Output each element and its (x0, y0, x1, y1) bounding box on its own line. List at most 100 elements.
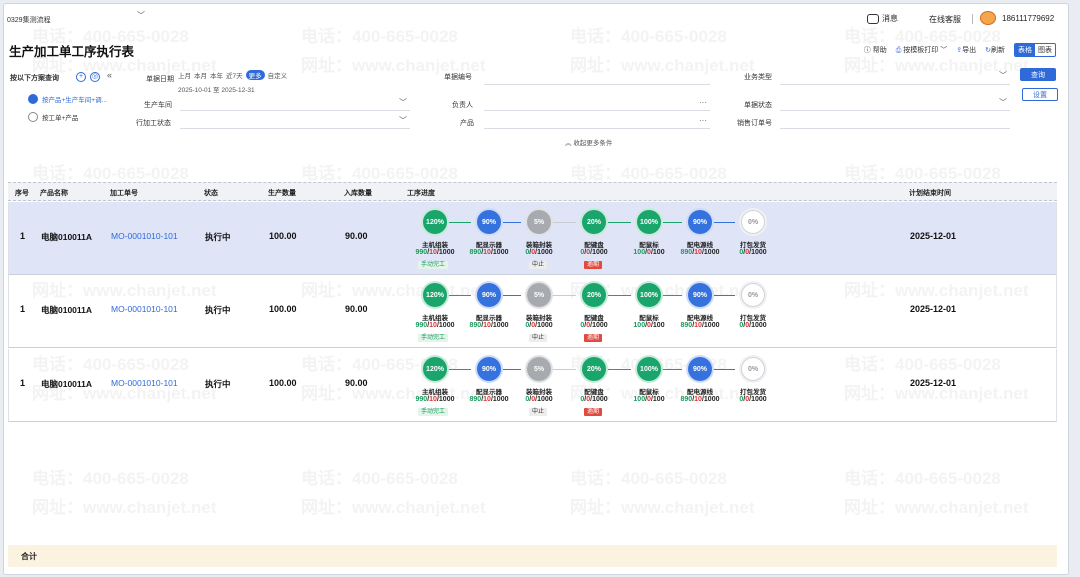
qty-bad: 10 (483, 396, 491, 403)
step-progress-node[interactable]: 5% (527, 357, 551, 381)
divider (972, 14, 973, 24)
product-input[interactable] (484, 128, 710, 129)
doc-status-label: 单据状态 (744, 102, 772, 109)
biz-type-select[interactable] (780, 84, 1010, 85)
shortcut-last-month[interactable]: 上月 (178, 70, 191, 80)
step-progress-node[interactable]: 90% (477, 210, 501, 234)
step-progress-node[interactable]: 90% (688, 210, 712, 234)
chevron-down-icon[interactable]: ﹀ (999, 97, 1007, 108)
step-progress-node[interactable]: 100% (637, 357, 661, 381)
step-progress-node[interactable]: 100% (637, 283, 661, 307)
step-progress-node[interactable]: 5% (527, 283, 551, 307)
query-scheme-item-1[interactable]: 按产品+生产车间+调... (28, 94, 107, 104)
watermark-phone: 电话：400-665-0028 (301, 469, 458, 488)
cell-order-no[interactable]: MO-0001010-101 (111, 304, 178, 314)
table-row[interactable]: 1 电脑010011A MO-0001010-101 执行中 100.00 90.00 20… (8, 202, 1057, 275)
step-progress-node[interactable]: 5% (527, 210, 551, 234)
step-progress-node[interactable]: 120% (423, 210, 447, 234)
shortcut-custom[interactable]: 自定义 (268, 70, 288, 80)
step-progress-node[interactable]: 90% (477, 357, 501, 381)
qty-total: 1000 (592, 322, 608, 329)
cell-order-no[interactable]: MO-0001010-101 (111, 378, 178, 388)
qty-total: 1000 (751, 322, 767, 329)
qty-bad: 10 (483, 249, 491, 256)
step-name: 配键盘 (584, 242, 604, 249)
doc-status-select[interactable] (780, 110, 1010, 111)
collapse-left-icon[interactable]: « (107, 70, 112, 80)
avatar[interactable] (980, 11, 996, 25)
owner-input[interactable] (484, 110, 710, 111)
online-service-link[interactable]: 在线客服 (929, 14, 961, 25)
cell-order-no[interactable]: MO-0001010-101 (111, 231, 178, 241)
chevron-down-icon[interactable]: ﹀ (999, 70, 1007, 81)
process-name[interactable]: 0329集测流程 (7, 15, 51, 25)
settings-button[interactable]: 设置 (1022, 88, 1058, 101)
step-progress-node[interactable]: 0% (741, 210, 765, 234)
step-status-tag: 中止 (529, 261, 548, 269)
workshop-select[interactable] (180, 110, 410, 111)
help-button[interactable]: ⓘ 帮助 (864, 45, 887, 55)
step-progress-node[interactable]: 0% (741, 357, 765, 381)
step-progress-node[interactable]: 0% (741, 283, 765, 307)
view-table-button[interactable]: 表格 (1015, 44, 1035, 56)
step-progress-node[interactable]: 20% (582, 283, 606, 307)
qty-done: 100 (633, 249, 646, 256)
doc-no-input[interactable] (484, 84, 710, 85)
step-connector (503, 369, 521, 371)
watermark-phone: 电话：400-665-0028 (844, 469, 1001, 488)
step-name: 配显示器 (476, 315, 502, 322)
export-button[interactable]: ⇪导出 (956, 45, 976, 55)
date-range-value[interactable]: 2025-10-01 至 2025-12-31 (178, 84, 255, 94)
sales-order-input[interactable] (780, 128, 1010, 129)
qty-bad: 10 (429, 322, 437, 329)
qty-bad: 10 (429, 396, 437, 403)
step-connector (553, 222, 576, 224)
add-icon[interactable]: + (76, 72, 86, 82)
query-scheme-item-2[interactable]: 按工单+产品 (28, 112, 78, 122)
chevron-down-icon[interactable]: ﹀ (399, 97, 407, 108)
message-button[interactable]: 消息 (867, 13, 898, 24)
step-progress-node[interactable]: 120% (423, 283, 447, 307)
user-phone[interactable]: 186111779692 (1002, 14, 1054, 23)
app-window: 电话：400-665-0028 网址：www.chanjet.net 电话：400-… (3, 3, 1069, 575)
watermark-site: 网址：www.chanjet.net (32, 498, 217, 517)
step-name: 配显示器 (476, 389, 502, 396)
print-button[interactable]: ⎙ 按模板打印 ﹀ (896, 45, 948, 55)
line-status-select[interactable] (180, 128, 410, 129)
settings-icon[interactable]: ◎ (90, 72, 100, 82)
header-qty: 生产数量 (268, 190, 296, 197)
step-progress-node[interactable]: 90% (688, 357, 712, 381)
step-connector (449, 222, 471, 224)
chevron-down-icon[interactable]: ﹀ (137, 10, 145, 21)
shortcut-this-year[interactable]: 本年 (210, 70, 223, 80)
chevron-down-icon[interactable]: ﹀ (940, 47, 947, 54)
table-row[interactable]: 1 电脑010011A MO-0001010-101 执行中 100.00 90.00 20… (8, 349, 1057, 422)
qty-bad: 10 (694, 322, 702, 329)
view-switch: 表格 图表 (1014, 43, 1056, 57)
chevron-down-icon[interactable]: ﹀ (399, 115, 407, 126)
shortcut-last-7-days[interactable]: 近7天 (226, 70, 243, 80)
step-progress-node[interactable]: 100% (637, 210, 661, 234)
step-progress-node[interactable]: 90% (477, 283, 501, 307)
step-progress-node[interactable]: 20% (582, 210, 606, 234)
step-progress-node[interactable]: 90% (688, 283, 712, 307)
query-button[interactable]: 查询 (1020, 68, 1056, 81)
more-icon[interactable]: ··· (699, 116, 707, 125)
cell-stock-in: 90.00 (345, 378, 368, 388)
more-icon[interactable]: ··· (699, 98, 707, 107)
shortcut-more[interactable]: 更多 (245, 70, 265, 80)
cell-status: 执行中 (205, 305, 231, 315)
table-row[interactable]: 1 电脑010011A MO-0001010-101 执行中 100.00 90.00 20… (8, 275, 1057, 348)
qty-done: 990 (415, 396, 428, 403)
shortcut-this-month[interactable]: 本月 (194, 70, 207, 80)
header-product: 产品名称 (40, 190, 68, 197)
step-name: 配电源线 (687, 315, 713, 322)
step-progress-node[interactable]: 20% (582, 357, 606, 381)
step-progress-node[interactable]: 120% (423, 357, 447, 381)
line-status-label: 行加工状态 (136, 120, 171, 127)
cell-end-time: 2025-12-01 (910, 378, 957, 388)
header-end-time: 计划结束时间 (909, 190, 951, 197)
collapse-conditions-button[interactable]: ︽ 收起更多条件 (565, 137, 612, 147)
view-chart-button[interactable]: 图表 (1035, 44, 1055, 56)
refresh-button[interactable]: ↻刷新 (985, 45, 1005, 55)
